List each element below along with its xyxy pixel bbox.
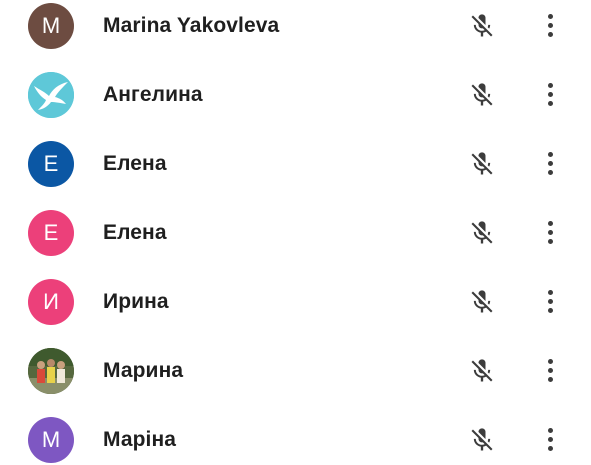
more-options-button[interactable] xyxy=(536,79,564,109)
avatar: M xyxy=(28,3,74,49)
participant-name: Ирина xyxy=(103,290,169,313)
participant-name: Маріна xyxy=(103,428,177,451)
participant-name: Marina Yakovleva xyxy=(103,14,280,37)
avatar-initial: M xyxy=(41,13,61,38)
mic-off-icon[interactable] xyxy=(468,11,496,41)
mic-off-icon[interactable] xyxy=(468,149,496,179)
more-vert-icon xyxy=(547,82,553,88)
avatar xyxy=(28,348,74,394)
participant-row[interactable]: Ангелина xyxy=(0,61,591,130)
mic-off-icon[interactable] xyxy=(468,80,496,110)
more-vert-icon xyxy=(547,13,553,19)
participant-row[interactable]: M Marina Yakovleva xyxy=(0,0,591,61)
bird-avatar-image xyxy=(28,72,74,118)
avatar: E xyxy=(28,141,74,187)
participant-row[interactable]: E Елена xyxy=(0,130,591,199)
avatar-initial: E xyxy=(43,220,59,245)
more-vert-icon xyxy=(547,358,553,364)
participant-name: Марина xyxy=(103,359,184,382)
participant-row[interactable]: Марина xyxy=(0,337,591,406)
more-options-button[interactable] xyxy=(536,148,564,178)
avatar-initial: E xyxy=(43,151,59,176)
avatar: E xyxy=(28,210,74,256)
avatar-initial: M xyxy=(41,427,61,452)
more-options-button[interactable] xyxy=(536,355,564,385)
avatar xyxy=(28,72,74,118)
participant-list: M Marina Yakovleva Ангелина E Елена E Ел… xyxy=(0,0,591,465)
participant-name: Ангелина xyxy=(103,83,203,106)
more-options-button[interactable] xyxy=(536,424,564,454)
group-photo-avatar-image xyxy=(28,348,74,394)
participant-name: Елена xyxy=(103,221,167,244)
avatar: M xyxy=(28,417,74,463)
participant-name: Елена xyxy=(103,152,167,175)
more-options-button[interactable] xyxy=(536,286,564,316)
avatar: И xyxy=(28,279,74,325)
mic-off-icon[interactable] xyxy=(468,287,496,317)
more-vert-icon xyxy=(547,289,553,295)
mic-off-icon[interactable] xyxy=(468,425,496,455)
avatar-initial: И xyxy=(43,289,59,314)
participant-row[interactable]: И Ирина xyxy=(0,268,591,337)
more-vert-icon xyxy=(547,151,553,157)
more-vert-icon xyxy=(547,220,553,226)
more-options-button[interactable] xyxy=(536,10,564,40)
mic-off-icon[interactable] xyxy=(468,356,496,386)
more-vert-icon xyxy=(547,427,553,433)
participant-row[interactable]: E Елена xyxy=(0,199,591,268)
more-options-button[interactable] xyxy=(536,217,564,247)
mic-off-icon[interactable] xyxy=(468,218,496,248)
participant-row[interactable]: M Маріна xyxy=(0,406,591,465)
